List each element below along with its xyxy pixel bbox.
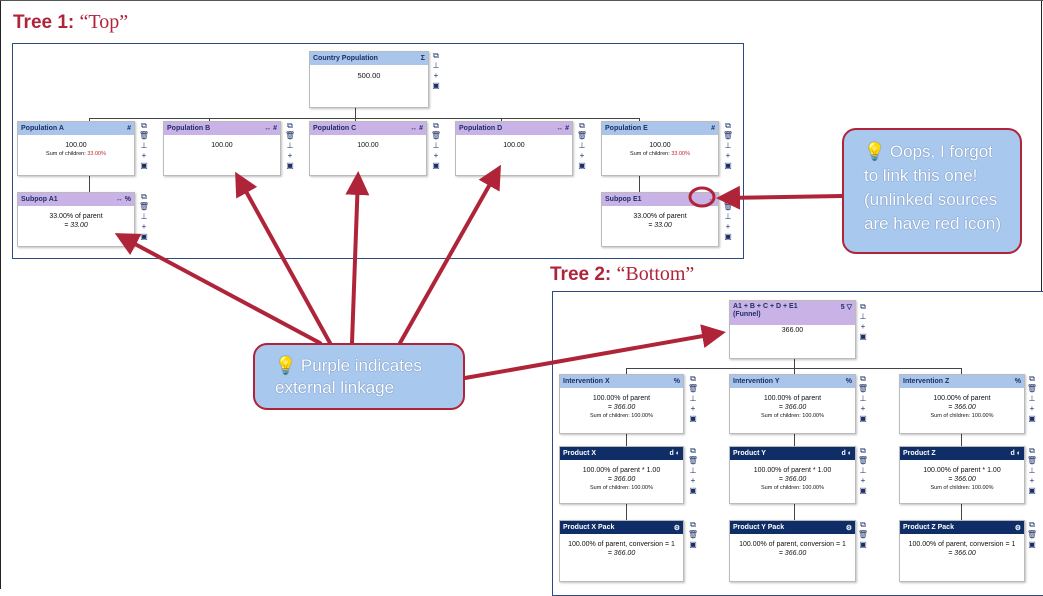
lightbulb-icon: 💡	[864, 142, 886, 161]
arrow-to-population-b	[235, 171, 332, 345]
callout-text: Oops, I forgot	[889, 142, 993, 161]
callout-text: to link this one!	[864, 166, 978, 185]
callout-text: external linkage	[275, 378, 395, 397]
arrow-to-subpop-a1	[114, 233, 322, 345]
arrow-to-population-d	[398, 164, 501, 345]
arrow-to-unlinked-icon	[716, 185, 844, 210]
arrow-to-population-c	[345, 171, 370, 345]
callout-forgot-to-link: 💡 Oops, I forgot to link this one! (unli…	[842, 128, 1022, 254]
unlinked-icon-highlight	[688, 186, 716, 208]
arrow-to-funnel	[463, 324, 726, 380]
callout-text: Purple indicates	[300, 356, 422, 375]
callout-text: (unlinked sources	[864, 190, 998, 209]
callout-text: are have red icon)	[864, 214, 1002, 233]
annotation-arrows	[114, 164, 844, 380]
lightbulb-icon: 💡	[275, 356, 297, 375]
callout-purple-linkage: 💡 Purple indicates external linkage	[253, 343, 465, 410]
